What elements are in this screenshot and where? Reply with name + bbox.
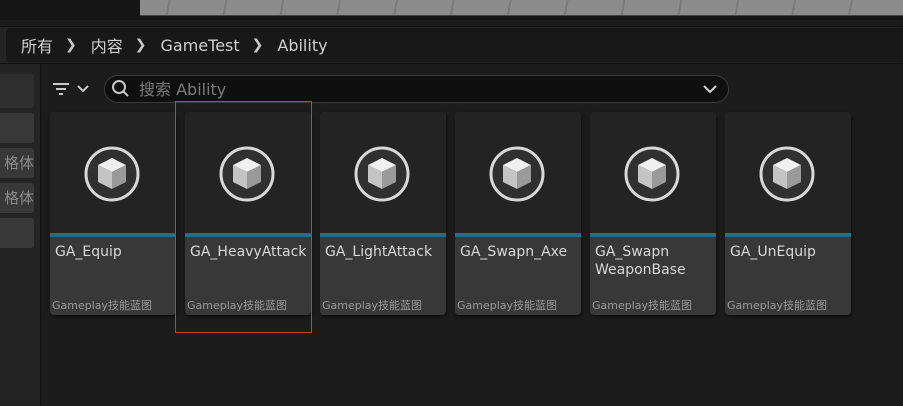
- filter-button[interactable]: [52, 76, 96, 102]
- asset-thumbnail: [50, 112, 176, 233]
- asset-type-label: Gameplay技能蓝图: [457, 299, 558, 312]
- asset-type-label: Gameplay技能蓝图: [187, 299, 288, 312]
- asset-type-color-bar: [185, 233, 311, 237]
- asset-tile[interactable]: GA_Swapn WeaponBase Gameplay技能蓝图: [590, 112, 716, 315]
- chevron-right-icon[interactable]: ❯: [252, 37, 264, 53]
- asset-name: GA_Swapn WeaponBase: [595, 244, 686, 278]
- chevron-right-icon[interactable]: ❯: [65, 37, 77, 53]
- chevron-right-icon[interactable]: ❯: [135, 37, 147, 53]
- breadcrumb-item-gametest[interactable]: GameTest: [161, 36, 240, 55]
- gameplay-ability-cube-icon: [83, 145, 141, 203]
- sources-item[interactable]: 格体: [0, 148, 34, 178]
- asset-tile[interactable]: GA_Equip Gameplay技能蓝图: [50, 112, 176, 315]
- asset-tile[interactable]: GA_Swapn_Axe Gameplay技能蓝图: [455, 112, 581, 315]
- asset-thumbnail: [185, 112, 311, 233]
- level-viewport[interactable]: [0, 0, 903, 20]
- search-icon: [112, 80, 129, 97]
- asset-tile[interactable]: GA_HeavyAttack Gameplay技能蓝图: [185, 112, 311, 315]
- asset-type-color-bar: [455, 233, 581, 237]
- asset-tile[interactable]: GA_LightAttack Gameplay技能蓝图: [320, 112, 446, 315]
- breadcrumb-item-content[interactable]: 内容: [91, 33, 123, 57]
- gameplay-ability-cube-icon: [218, 145, 276, 203]
- asset-tile[interactable]: GA_UnEquip Gameplay技能蓝图: [725, 112, 851, 315]
- sources-item[interactable]: 格体: [0, 183, 34, 213]
- asset-name: GA_UnEquip: [730, 244, 816, 260]
- gameplay-ability-cube-icon: [623, 145, 681, 203]
- breadcrumb-bar: 所有 ❯ 内容 ❯ GameTest ❯ Ability: [0, 26, 903, 64]
- search-box[interactable]: [104, 75, 729, 103]
- sources-item[interactable]: [0, 113, 34, 143]
- chevron-down-icon: [77, 85, 89, 93]
- breadcrumb-item-ability[interactable]: Ability: [277, 36, 327, 55]
- breadcrumb: 所有 ❯ 内容 ❯ GameTest ❯ Ability: [6, 28, 903, 62]
- gameplay-ability-cube-icon: [488, 145, 546, 203]
- asset-type-label: Gameplay技能蓝图: [727, 299, 828, 312]
- asset-thumbnail: [590, 112, 716, 233]
- viewport-floor-image: [140, 0, 903, 16]
- asset-name: GA_Equip: [55, 244, 122, 260]
- asset-type-label: Gameplay技能蓝图: [592, 299, 693, 312]
- breadcrumb-item-all[interactable]: 所有: [21, 33, 53, 57]
- gameplay-ability-cube-icon: [353, 145, 411, 203]
- asset-name: GA_Swapn_Axe: [460, 244, 568, 260]
- asset-view: GA_Equip Gameplay技能蓝图 GA_HeavyAttack Gam…: [42, 64, 903, 406]
- asset-thumbnail: [320, 112, 446, 233]
- asset-thumbnail: [455, 112, 581, 233]
- asset-type-color-bar: [590, 233, 716, 237]
- sources-panel-header[interactable]: [0, 74, 34, 108]
- sources-item[interactable]: [0, 218, 34, 248]
- sources-panel: 格体 格体: [0, 64, 41, 406]
- asset-name: GA_HeavyAttack: [190, 244, 307, 260]
- asset-type-label: Gameplay技能蓝图: [52, 299, 153, 312]
- asset-thumbnail: [725, 112, 851, 233]
- asset-grid: GA_Equip Gameplay技能蓝图 GA_HeavyAttack Gam…: [50, 112, 851, 315]
- chevron-down-icon[interactable]: [702, 83, 718, 95]
- filter-icon: [53, 83, 69, 95]
- asset-type-color-bar: [50, 233, 176, 237]
- asset-type-color-bar: [725, 233, 851, 237]
- gameplay-ability-cube-icon: [758, 145, 816, 203]
- search-input[interactable]: [139, 79, 679, 99]
- asset-type-label: Gameplay技能蓝图: [322, 299, 423, 312]
- asset-type-color-bar: [320, 233, 446, 237]
- asset-name: GA_LightAttack: [325, 244, 433, 260]
